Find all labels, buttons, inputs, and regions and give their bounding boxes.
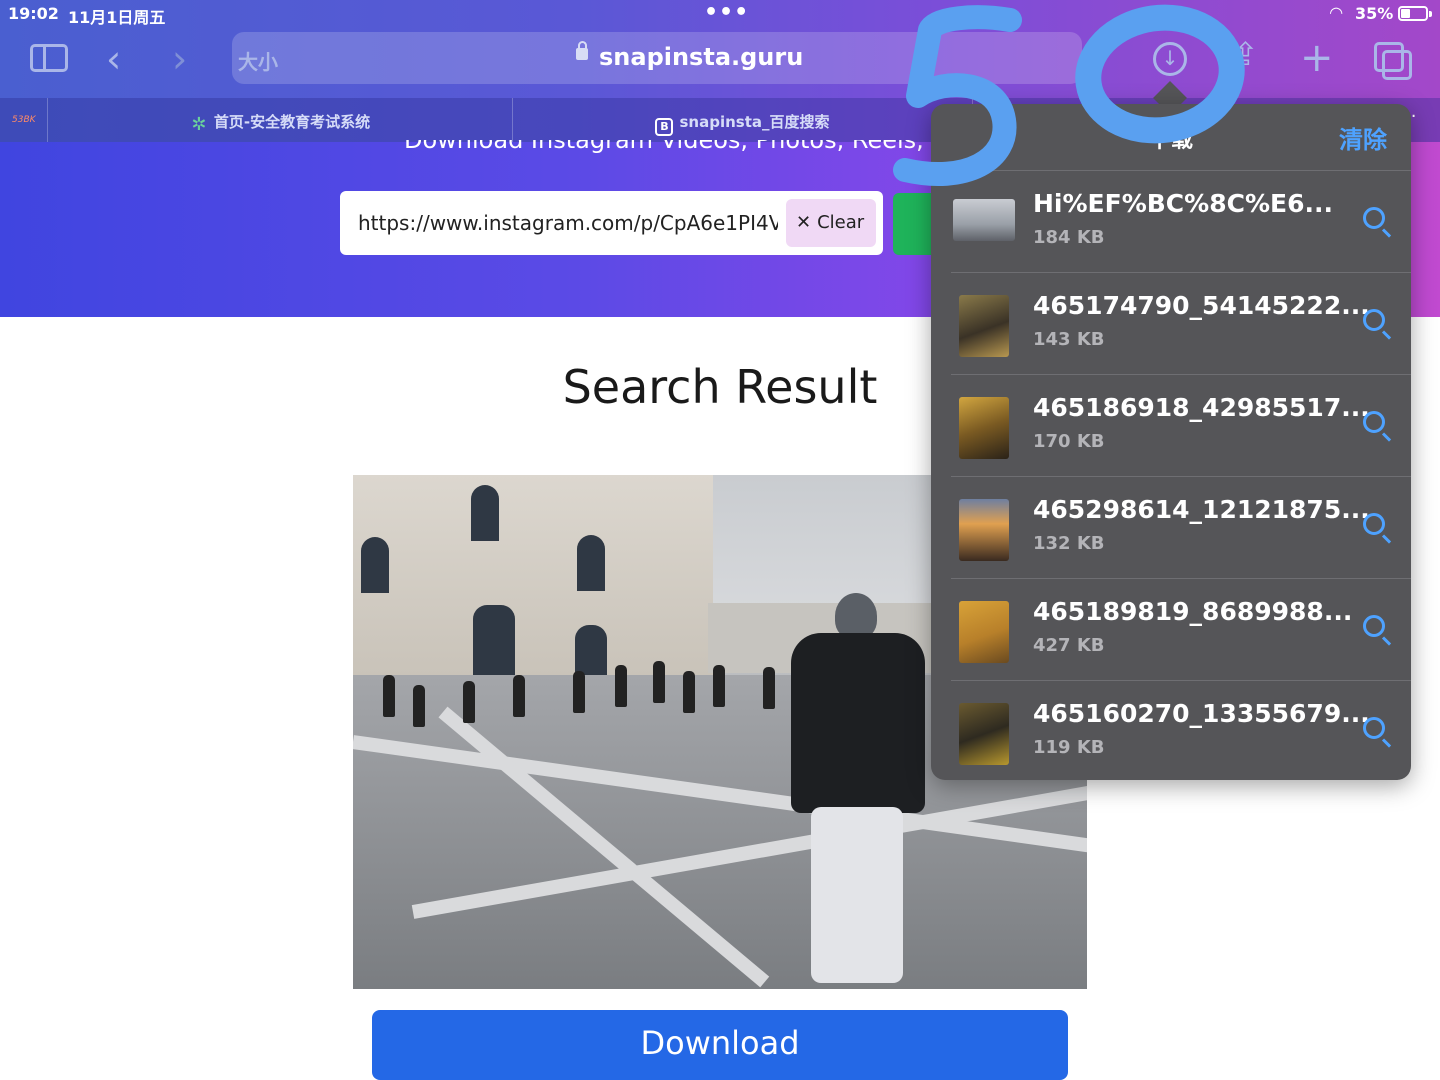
reveal-file-search-icon[interactable] [1363,309,1385,331]
url-search-box: ✕Clear [340,191,883,255]
reader-size-button[interactable]: 大小 [238,46,278,75]
new-tab-plus-icon[interactable]: + [1300,38,1334,78]
multitasking-dots-icon[interactable]: ••• [704,0,749,25]
photo-person-jacket [791,633,925,813]
photo-pedestrian [513,675,525,717]
photo-pedestrian [573,671,585,713]
clear-label: Clear [817,212,865,233]
photo-pedestrian [713,665,725,707]
clear-button[interactable]: ✕ Clear [786,199,876,247]
download-thumbnail [959,499,1009,561]
submit-button[interactable] [893,193,933,255]
forward-chevron-icon[interactable]: › [172,40,187,78]
photo-window [577,535,605,591]
url-text[interactable]: snapinsta.guru [599,43,803,71]
wifi-icon: ◠ [1330,3,1343,22]
download-button[interactable]: Download [372,1010,1068,1080]
battery-percent: 35% [1355,4,1394,23]
download-file-size: 132 KB [1033,533,1105,554]
photo-pedestrian [413,685,425,727]
tab-overview-icon[interactable] [1374,42,1412,80]
share-icon[interactable]: ⇪ [1232,38,1259,70]
download-item[interactable]: 465298614_12121875... 132 KB [951,476,1411,578]
photo-pedestrian [653,661,665,703]
downloads-clear-button[interactable]: 清除 [1339,120,1387,155]
download-file-size: 170 KB [1033,431,1105,452]
download-file-name: 465160270_13355679... [1033,699,1370,728]
photo-person-pants [811,807,903,983]
download-item[interactable]: 465174790_54145222... 143 KB [951,272,1411,374]
download-file-size: 119 KB [1033,737,1105,758]
downloads-popover: 下载 清除 Hi%EF%BC%8C%E6... 184 KB 465174790… [931,104,1411,780]
reveal-file-search-icon[interactable] [1363,411,1385,433]
download-file-name: 465189819_8689988... [1033,597,1353,626]
instagram-url-input[interactable] [358,191,778,255]
photo-window [361,537,389,593]
download-file-name: 465186918_42985517... [1033,393,1370,422]
photo-pedestrian [683,671,695,713]
download-file-size: 143 KB [1033,329,1105,350]
battery-tip [1429,11,1432,17]
exam-system-favicon-icon: ✲ [191,114,207,135]
tab-label: snapinsta_百度搜索 [679,113,830,131]
photo-window [471,485,499,541]
download-file-size: 184 KB [1033,227,1105,248]
lock-icon [576,41,588,60]
reveal-file-search-icon[interactable] [1363,615,1385,637]
photo-cathedral [353,475,713,685]
photo-person [789,593,929,989]
photo-pedestrian [463,681,475,723]
baidu-favicon-icon: B [655,118,674,136]
close-icon: ✕ [796,212,812,233]
photo-paving-stripe [438,706,770,988]
photo-pedestrian [615,665,627,707]
downloads-icon[interactable]: ↓ [1153,42,1187,76]
address-bar[interactable]: 大小 snapinsta.guru [232,32,1082,84]
battery-icon [1398,6,1428,21]
download-thumbnail [959,295,1009,357]
reveal-file-search-icon[interactable] [1363,207,1385,229]
download-thumbnail [959,601,1009,663]
reveal-file-search-icon[interactable] [1363,513,1385,535]
tab-exam-system[interactable]: ✲ 首页-安全教育考试系统 [48,98,513,142]
download-file-size: 427 KB [1033,635,1105,656]
download-file-name: 465174790_54145222... [1033,291,1370,320]
sidebar-toggle-icon[interactable] [30,44,68,72]
tab-pinned-mini[interactable]: 53BK [0,98,48,142]
download-item[interactable]: 465186918_42985517... 170 KB [951,374,1411,476]
download-file-name: Hi%EF%BC%8C%E6... [1033,189,1333,218]
photo-doorway [473,605,515,685]
status-date: 11月1日周五 [68,8,166,27]
tab-label: 首页-安全教育考试系统 [213,113,371,131]
download-item[interactable]: 465160270_13355679... 119 KB [951,680,1411,780]
download-thumbnail [959,703,1009,765]
reveal-file-search-icon[interactable] [1363,717,1385,739]
download-thumbnail [953,199,1015,241]
status-time: 19:02 [8,4,59,23]
download-item[interactable]: 465189819_8689988... 427 KB [951,578,1411,680]
status-bar: 19:02 11月1日周五 ••• ◠ 35% [0,0,1440,27]
download-file-name: 465298614_12121875... [1033,495,1370,524]
download-item[interactable]: Hi%EF%BC%8C%E6... 184 KB [951,170,1411,272]
tab-baidu-search[interactable]: Bsnapinsta_百度搜索 [513,98,973,142]
photo-pedestrian [383,675,395,717]
browser-toolbar: ‹ › 大小 snapinsta.guru ↓ ⇪ + [0,26,1440,98]
photo-pedestrian [763,667,775,709]
download-thumbnail [959,397,1009,459]
back-chevron-icon[interactable]: ‹ [106,40,121,78]
